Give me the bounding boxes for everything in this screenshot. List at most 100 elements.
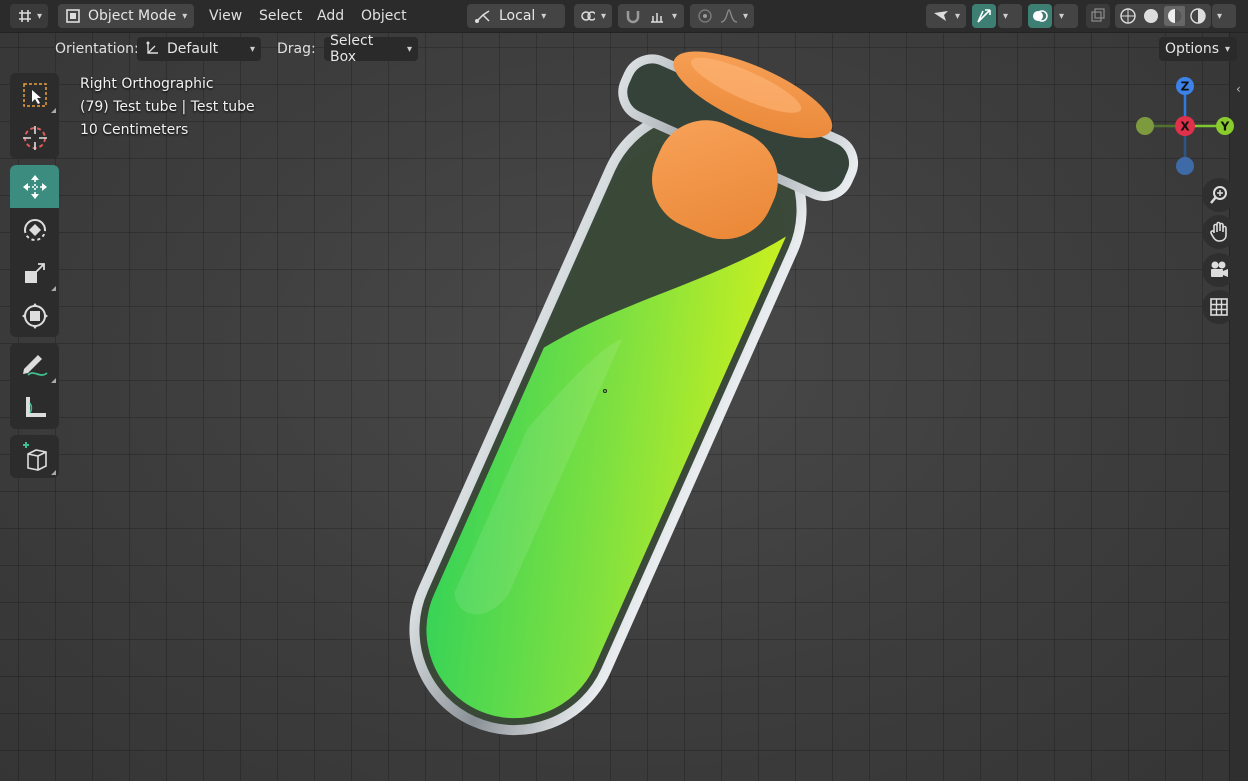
z-axis-label: Z bbox=[1181, 80, 1190, 94]
proportional-edit-icon bbox=[698, 9, 712, 23]
chevron-down-icon: ▾ bbox=[182, 10, 188, 22]
chevron-down-icon: ▾ bbox=[1059, 10, 1065, 22]
chevron-down-icon: ▾ bbox=[1003, 10, 1009, 22]
tool-settings-header: Orientation: Default ▾ Drag: Select Box … bbox=[0, 33, 1248, 65]
snap-increment-icon bbox=[651, 13, 663, 23]
select-box-tool[interactable] bbox=[10, 73, 59, 116]
measure-tool[interactable] bbox=[10, 386, 59, 429]
object-info: (79) Test tube | Test tube bbox=[80, 99, 255, 115]
toggle-perspective-button[interactable] bbox=[1202, 290, 1236, 324]
grid-icon bbox=[1210, 298, 1228, 316]
scale-info: 10 Centimeters bbox=[80, 122, 189, 138]
xray-icon bbox=[1091, 8, 1105, 22]
axes-grid-icon bbox=[19, 10, 31, 22]
chevron-down-icon: ▾ bbox=[36, 10, 42, 22]
viewport-header: ▾ Object Mode ▾ View Select Add Object L… bbox=[0, 0, 1248, 33]
add-cube-icon bbox=[22, 441, 47, 471]
transform-tools-group bbox=[10, 165, 59, 337]
transform-orientation-dropdown[interactable]: Local ▾ bbox=[467, 4, 565, 28]
mode-label: Object Mode bbox=[88, 8, 177, 24]
camera-view-button[interactable] bbox=[1202, 253, 1236, 287]
gizmo-toggle[interactable] bbox=[972, 4, 996, 28]
y-axis-label: Y bbox=[1220, 120, 1230, 134]
overlays-icon bbox=[1033, 10, 1048, 22]
falloff-curve-icon bbox=[720, 9, 737, 23]
select-box-icon bbox=[22, 82, 47, 107]
drag-label: Drag: bbox=[277, 41, 316, 57]
x-axis-label: X bbox=[1180, 120, 1190, 134]
snapping-dropdown[interactable]: ▾ bbox=[618, 4, 684, 28]
chevron-down-icon: ▾ bbox=[1225, 43, 1231, 55]
orientation-icon bbox=[146, 41, 158, 54]
material-preview-shading-icon[interactable] bbox=[1163, 6, 1186, 26]
pivot-icon bbox=[581, 11, 595, 21]
wireframe-shading-icon[interactable] bbox=[1118, 7, 1138, 25]
shading-modes bbox=[1115, 4, 1211, 28]
chevron-down-icon: ▾ bbox=[249, 43, 255, 55]
pivot-point-dropdown[interactable]: ▾ bbox=[574, 4, 612, 28]
menu-view[interactable]: View bbox=[209, 4, 242, 28]
menu-object[interactable]: Object bbox=[361, 4, 407, 28]
object-visibility-dropdown[interactable]: ▾ bbox=[926, 4, 966, 28]
rotate-tool[interactable] bbox=[10, 208, 59, 251]
zoom-magnifier-icon bbox=[1210, 186, 1227, 204]
object-mode-icon bbox=[66, 9, 80, 23]
options-label: Options bbox=[1165, 41, 1220, 57]
chevron-down-icon: ▾ bbox=[672, 10, 678, 22]
pan-button[interactable] bbox=[1202, 215, 1236, 249]
cursor-tool[interactable] bbox=[10, 116, 59, 159]
xray-toggle[interactable] bbox=[1086, 4, 1110, 28]
zoom-button[interactable] bbox=[1202, 178, 1236, 212]
menu-select[interactable]: Select bbox=[259, 4, 302, 28]
navigation-gizmo[interactable]: Z Y X bbox=[1125, 72, 1245, 182]
gizmo-dropdown[interactable]: ▾ bbox=[998, 4, 1022, 28]
rendered-shading-icon[interactable] bbox=[1188, 7, 1208, 25]
toolbar bbox=[10, 73, 59, 484]
3d-viewport[interactable] bbox=[0, 0, 1248, 781]
chevron-down-icon: ▾ bbox=[406, 43, 412, 55]
chevron-down-icon: ▾ bbox=[1217, 10, 1223, 22]
overlays-dropdown[interactable]: ▾ bbox=[1054, 4, 1078, 28]
orientation-label: Orientation: bbox=[55, 41, 139, 57]
annotate-tools-group bbox=[10, 343, 59, 429]
chevron-down-icon: ▾ bbox=[742, 10, 748, 22]
orientation-value: Default bbox=[167, 41, 219, 57]
annotate-tool[interactable] bbox=[10, 343, 59, 386]
add-cube-tool[interactable] bbox=[10, 435, 59, 478]
camera-icon bbox=[1211, 261, 1228, 277]
editor-type-button[interactable]: ▾ bbox=[10, 4, 48, 28]
orientation-dropdown[interactable]: Default ▾ bbox=[137, 37, 261, 61]
orientation-label: Local bbox=[499, 8, 536, 24]
transform-tool[interactable] bbox=[10, 294, 59, 337]
move-icon bbox=[22, 174, 47, 199]
transform-icon bbox=[21, 302, 48, 329]
neg-z-axis-handle[interactable] bbox=[1176, 157, 1194, 175]
test-tube-object[interactable] bbox=[0, 0, 1248, 781]
magnet-icon bbox=[626, 11, 640, 24]
overlays-toggle[interactable] bbox=[1028, 4, 1052, 28]
orientation-icon bbox=[475, 10, 490, 23]
proportional-editing-dropdown[interactable]: ▾ bbox=[690, 4, 754, 28]
menu-add[interactable]: Add bbox=[317, 4, 344, 28]
cursor-icon bbox=[22, 125, 47, 150]
annotate-pencil-icon bbox=[22, 354, 48, 376]
gizmo-icon bbox=[977, 9, 991, 23]
options-dropdown[interactable]: Options ▾ bbox=[1159, 37, 1237, 61]
shading-dropdown[interactable]: ▾ bbox=[1212, 4, 1236, 28]
chevron-down-icon: ▾ bbox=[541, 10, 547, 22]
select-tools-group bbox=[10, 73, 59, 159]
chevron-down-icon: ▾ bbox=[954, 10, 960, 22]
chevron-down-icon: ▾ bbox=[600, 10, 606, 22]
solid-shading-icon[interactable] bbox=[1141, 7, 1161, 25]
sidebar-toggle-chevron[interactable]: ‹ bbox=[1236, 82, 1241, 96]
rotate-icon bbox=[23, 218, 46, 241]
select-cursor-icon bbox=[934, 11, 948, 21]
add-tools-group bbox=[10, 435, 59, 478]
view-name: Right Orthographic bbox=[80, 76, 214, 92]
scale-tool[interactable] bbox=[10, 251, 59, 294]
drag-dropdown[interactable]: Select Box ▾ bbox=[324, 33, 418, 65]
measure-ruler-icon bbox=[25, 396, 46, 417]
move-tool[interactable] bbox=[10, 165, 59, 208]
neg-y-axis-handle[interactable] bbox=[1136, 117, 1154, 135]
mode-dropdown[interactable]: Object Mode ▾ bbox=[58, 4, 194, 28]
